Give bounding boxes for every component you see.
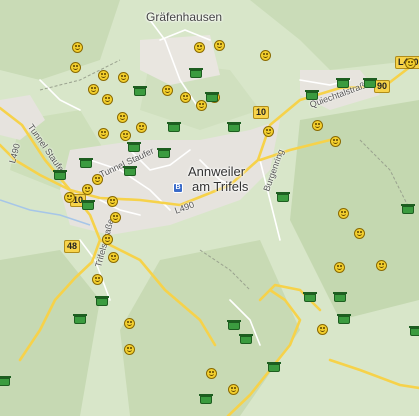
bin-icon[interactable] — [133, 86, 147, 96]
road-shield-48: 48 — [64, 240, 81, 253]
bin-icon[interactable] — [189, 68, 203, 78]
smiley-icon[interactable] — [214, 40, 225, 51]
smiley-icon[interactable] — [162, 85, 173, 96]
bin-icon[interactable] — [127, 142, 141, 152]
bin-icon[interactable] — [267, 362, 281, 372]
smiley-icon[interactable] — [124, 344, 135, 355]
bin-icon[interactable] — [73, 314, 87, 324]
bin-icon[interactable] — [303, 292, 317, 302]
smiley-icon[interactable] — [312, 120, 323, 131]
bin-icon[interactable] — [363, 78, 377, 88]
bin-icon[interactable] — [336, 78, 350, 88]
road-shield-90: 90 — [374, 80, 391, 93]
smiley-icon[interactable] — [317, 324, 328, 335]
bin-icon[interactable] — [401, 204, 415, 214]
bin-icon[interactable] — [239, 334, 253, 344]
smiley-icon[interactable] — [180, 92, 191, 103]
smiley-icon[interactable] — [338, 208, 349, 219]
bin-icon[interactable] — [123, 166, 137, 176]
smiley-icon[interactable] — [194, 42, 205, 53]
road-shield-b10-center: 10 — [253, 106, 270, 119]
smiley-icon[interactable] — [64, 192, 75, 203]
bin-icon[interactable] — [337, 314, 351, 324]
smiley-icon[interactable] — [102, 234, 113, 245]
train-station-icon[interactable]: B — [173, 183, 183, 193]
smiley-icon[interactable] — [107, 196, 118, 207]
smiley-icon[interactable] — [98, 128, 109, 139]
bin-icon[interactable] — [205, 92, 219, 102]
bin-icon[interactable] — [79, 158, 93, 168]
map-canvas[interactable]: Gräfenhausen Annweiler am Trifels Tunnel… — [0, 0, 419, 416]
smiley-icon[interactable] — [108, 252, 119, 263]
smiley-icon[interactable] — [98, 70, 109, 81]
smiley-icon[interactable] — [82, 184, 93, 195]
bin-icon[interactable] — [95, 296, 109, 306]
smiley-icon[interactable] — [260, 50, 271, 61]
bin-icon[interactable] — [199, 394, 213, 404]
smiley-icon[interactable] — [334, 262, 345, 273]
smiley-icon[interactable] — [136, 122, 147, 133]
smiley-icon[interactable] — [330, 136, 341, 147]
bin-icon[interactable] — [276, 192, 290, 202]
map-base-layer — [0, 0, 419, 416]
bin-icon[interactable] — [227, 320, 241, 330]
bin-icon[interactable] — [81, 200, 95, 210]
smiley-icon[interactable] — [118, 72, 129, 83]
smiley-icon[interactable] — [405, 58, 416, 69]
bin-icon[interactable] — [305, 90, 319, 100]
smiley-icon[interactable] — [124, 318, 135, 329]
bin-icon[interactable] — [53, 170, 67, 180]
smiley-icon[interactable] — [196, 100, 207, 111]
place-label-graefenhausen: Gräfenhausen — [146, 10, 223, 24]
smiley-icon[interactable] — [88, 84, 99, 95]
smiley-icon[interactable] — [228, 384, 239, 395]
smiley-icon[interactable] — [72, 42, 83, 53]
smiley-icon[interactable] — [110, 212, 121, 223]
bin-icon[interactable] — [409, 326, 419, 336]
smiley-icon[interactable] — [376, 260, 387, 271]
bin-icon[interactable] — [0, 376, 11, 386]
bin-icon[interactable] — [227, 122, 241, 132]
place-label-annweiler: Annweiler — [188, 164, 246, 179]
smiley-icon[interactable] — [354, 228, 365, 239]
bin-icon[interactable] — [157, 148, 171, 158]
smiley-icon[interactable] — [92, 174, 103, 185]
smiley-icon[interactable] — [117, 112, 128, 123]
smiley-icon[interactable] — [120, 130, 131, 141]
smiley-icon[interactable] — [70, 62, 81, 73]
smiley-icon[interactable] — [92, 274, 103, 285]
bin-icon[interactable] — [167, 122, 181, 132]
smiley-icon[interactable] — [102, 94, 113, 105]
place-label-am-trifels: am Trifels — [192, 179, 249, 194]
smiley-icon[interactable] — [263, 126, 274, 137]
smiley-icon[interactable] — [206, 368, 217, 379]
bin-icon[interactable] — [333, 292, 347, 302]
